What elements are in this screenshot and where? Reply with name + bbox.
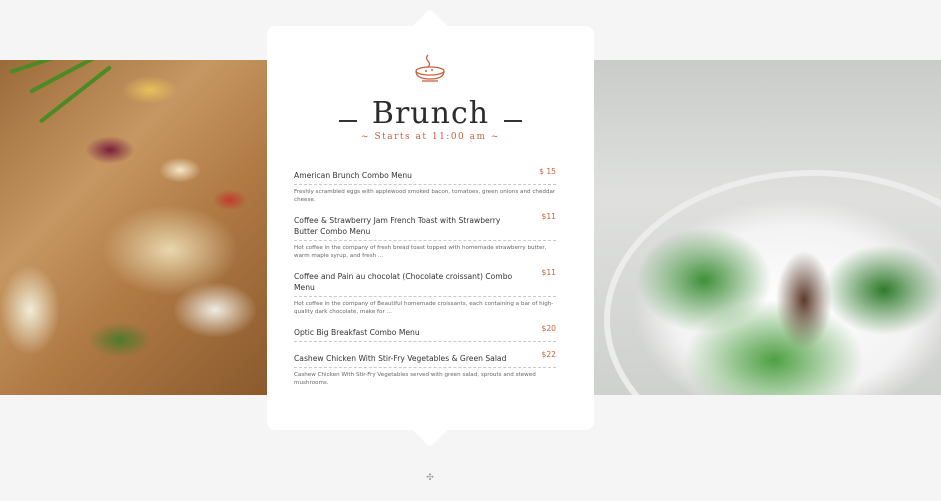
menu-item-name: Optic Big Breakfast Combo Menu xyxy=(294,328,420,337)
noodle-dish-photo xyxy=(0,60,267,395)
menu-item-header: Coffee and Pain au chocolat (Chocolate c… xyxy=(294,268,556,297)
menu-item[interactable]: Cashew Chicken With Stir-Fry Vegetables … xyxy=(294,350,556,387)
dish-bowl-icon xyxy=(415,54,445,82)
menu-item-price: $22 xyxy=(541,350,557,359)
menu-item-header: Cashew Chicken With Stir-Fry Vegetables … xyxy=(294,350,556,368)
menu-item-description: Freshly scrambled eggs with applewood sm… xyxy=(294,189,556,203)
menu-subtitle: ~ Starts at 11:00 am ~ xyxy=(361,132,500,142)
decorative-cross-icon: ✣ xyxy=(426,473,434,483)
menu-item-name: American Brunch Combo Menu xyxy=(294,171,412,180)
menu-item-description: Hot coffee in the company of fresh bread… xyxy=(294,245,547,259)
menu-items-list: American Brunch Combo Menu $ 15 Freshly … xyxy=(294,167,556,398)
menu-item-price: $11 xyxy=(541,212,557,221)
menu-title: Brunch xyxy=(371,96,490,131)
menu-item-header: Optic Big Breakfast Combo Menu $20 xyxy=(294,324,556,342)
menu-item[interactable]: Optic Big Breakfast Combo Menu $20 xyxy=(294,324,556,342)
salad-dish-photo xyxy=(594,60,941,395)
menu-item[interactable]: American Brunch Combo Menu $ 15 Freshly … xyxy=(294,167,556,204)
menu-item-header: American Brunch Combo Menu $ 15 xyxy=(294,167,556,185)
menu-item[interactable]: Coffee & Strawberry Jam French Toast wit… xyxy=(294,212,556,260)
scallion-garnish xyxy=(38,65,113,124)
plate-rim xyxy=(604,170,941,395)
menu-item-name: Coffee and Pain au chocolat (Chocolate c… xyxy=(294,272,513,292)
menu-item-description: Hot coffee in the company of Beautiful h… xyxy=(294,301,554,315)
card-notch-bottom xyxy=(411,410,449,448)
menu-title-row: Brunch xyxy=(267,96,594,136)
menu-item-name: Coffee & Strawberry Jam French Toast wit… xyxy=(294,216,501,236)
menu-item-name: Cashew Chicken With Stir-Fry Vegetables … xyxy=(294,354,507,363)
title-dash-right xyxy=(504,119,523,122)
menu-item-price: $11 xyxy=(541,268,557,277)
title-dash-left xyxy=(338,119,357,122)
menu-item-header: Coffee & Strawberry Jam French Toast wit… xyxy=(294,212,556,241)
menu-card: Brunch ~ Starts at 11:00 am ~ American B… xyxy=(267,8,594,448)
menu-item-price: $20 xyxy=(541,324,557,333)
menu-item-description: Cashew Chicken With Stir-Fry Vegetables … xyxy=(294,372,536,386)
menu-item[interactable]: Coffee and Pain au chocolat (Chocolate c… xyxy=(294,268,556,316)
menu-item-price: $ 15 xyxy=(539,167,556,176)
card-notch-top xyxy=(411,8,449,46)
